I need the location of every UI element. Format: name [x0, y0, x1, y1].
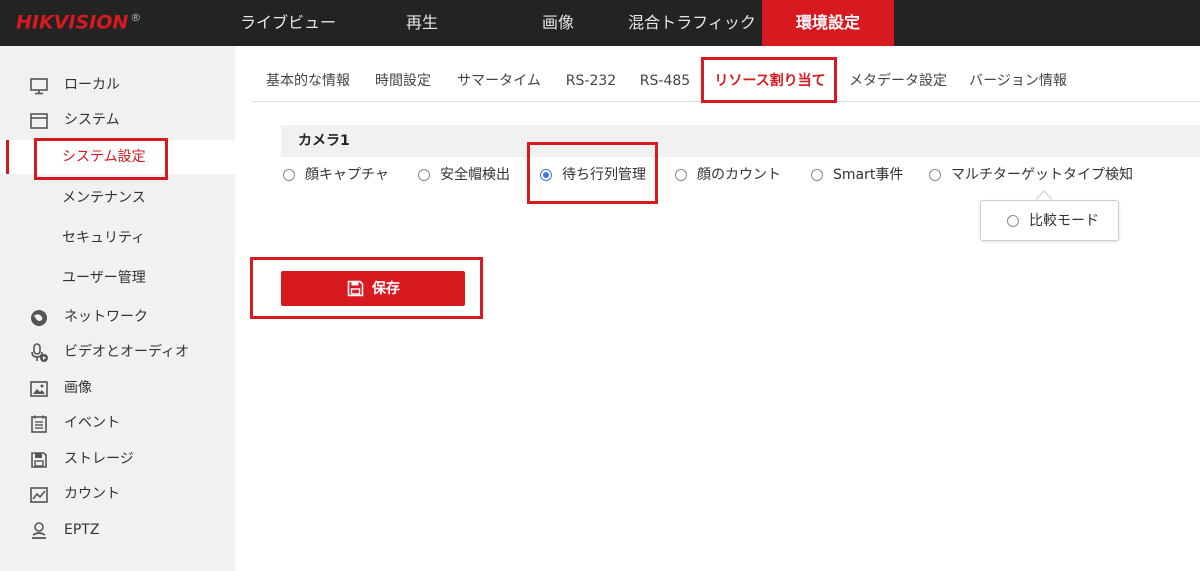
radio-label: 顔キャプチャ	[305, 167, 389, 183]
radio-label: 顔のカウント	[697, 167, 781, 183]
tab-metadata-settings[interactable]: メタデータ設定	[846, 62, 950, 100]
save-button[interactable]: 保存	[281, 271, 465, 306]
sidebar-item-label: セキュリティ	[62, 230, 146, 246]
sidebar-item-label: ローカル	[64, 77, 120, 93]
radio-label: Smart事件	[833, 167, 904, 183]
topnav-image[interactable]: 画像	[510, 0, 606, 46]
sidebar-item-label: イベント	[64, 415, 120, 431]
sidebar-item-security[interactable]: セキュリティ	[0, 221, 235, 255]
tab-time-settings[interactable]: 時間設定	[368, 62, 438, 100]
save-label: 保存	[372, 280, 400, 296]
tab-divider	[252, 101, 1200, 102]
tab-resource-allocation[interactable]: リソース割り当て	[706, 62, 834, 100]
radio-button[interactable]	[929, 169, 941, 181]
microphone-icon	[31, 343, 48, 362]
sidebar-item-label: ユーザー管理	[62, 270, 146, 286]
section-title: カメラ1	[298, 133, 350, 149]
system-window-icon	[30, 113, 48, 129]
radio-button[interactable]	[675, 169, 687, 181]
monitor-icon	[30, 78, 48, 95]
sidebar-item-label: システム	[64, 112, 120, 128]
sidebar-item-count[interactable]: カウント	[0, 477, 235, 511]
floppy-disk-icon	[347, 280, 364, 297]
radio-label: 待ち行列管理	[562, 167, 646, 183]
sidebar-item-label: システム設定	[62, 149, 146, 165]
radio-button-selected[interactable]	[540, 169, 552, 181]
sidebar-item-event[interactable]: イベント	[0, 406, 235, 440]
sidebar-item-storage[interactable]: ストレージ	[0, 442, 235, 476]
sidebar-item-image[interactable]: 画像	[0, 371, 235, 405]
storage-icon	[31, 452, 47, 468]
tab-version-info[interactable]: バージョン情報	[966, 62, 1070, 100]
image-icon	[30, 381, 48, 397]
topnav-live-view[interactable]: ライブビュー	[222, 0, 354, 46]
radio-label: マルチターゲットタイプ検知	[951, 167, 1133, 183]
sidebar-item-network[interactable]: ネットワーク	[0, 300, 235, 334]
sidebar-item-eptz[interactable]: EPTZ	[0, 513, 235, 547]
radio-button[interactable]	[811, 169, 823, 181]
sidebar-item-system-settings[interactable]: システム設定	[0, 140, 235, 174]
person-icon	[32, 522, 46, 539]
radio-button[interactable]	[283, 169, 295, 181]
radio-button[interactable]	[418, 169, 430, 181]
sidebar-item-video-audio[interactable]: ビデオとオーディオ	[0, 335, 235, 369]
tab-basic-info[interactable]: 基本的な情報	[258, 62, 358, 100]
sidebar-item-local[interactable]: ローカル	[0, 68, 235, 102]
tab-rs485[interactable]: RS-485	[634, 62, 696, 100]
topnav-configuration[interactable]: 環境設定	[762, 0, 894, 46]
sidebar-item-label: 画像	[64, 380, 92, 396]
sidebar-item-label: ストレージ	[64, 451, 134, 467]
sidebar-item-label: メンテナンス	[62, 190, 146, 206]
topnav-playback[interactable]: 再生	[370, 0, 474, 46]
count-chart-icon	[30, 487, 48, 503]
sidebar-item-system[interactable]: システム	[0, 103, 235, 137]
topnav-mixed-traffic[interactable]: 混合トラフィック	[622, 0, 762, 46]
sidebar-item-user-management[interactable]: ユーザー管理	[0, 261, 235, 295]
sidebar-item-label: カウント	[64, 486, 120, 502]
hikvision-logo: HIKVISION ®	[16, 11, 142, 34]
radio-button[interactable]	[1007, 215, 1019, 227]
radio-label: 安全帽検出	[440, 167, 510, 183]
globe-icon	[31, 310, 47, 326]
sidebar-item-maintenance[interactable]: メンテナンス	[0, 181, 235, 215]
sub-option-popup: 比較モード	[980, 200, 1119, 241]
camera-section-header	[281, 125, 1200, 157]
event-list-icon	[31, 415, 47, 433]
tab-dst[interactable]: サマータイム	[452, 62, 546, 100]
sidebar-item-label: ネットワーク	[64, 309, 148, 325]
radio-label: 比較モード	[1029, 213, 1099, 229]
sidebar-item-label: EPTZ	[64, 522, 100, 538]
tab-rs232[interactable]: RS-232	[560, 62, 622, 100]
sidebar-item-label: ビデオとオーディオ	[64, 344, 190, 360]
